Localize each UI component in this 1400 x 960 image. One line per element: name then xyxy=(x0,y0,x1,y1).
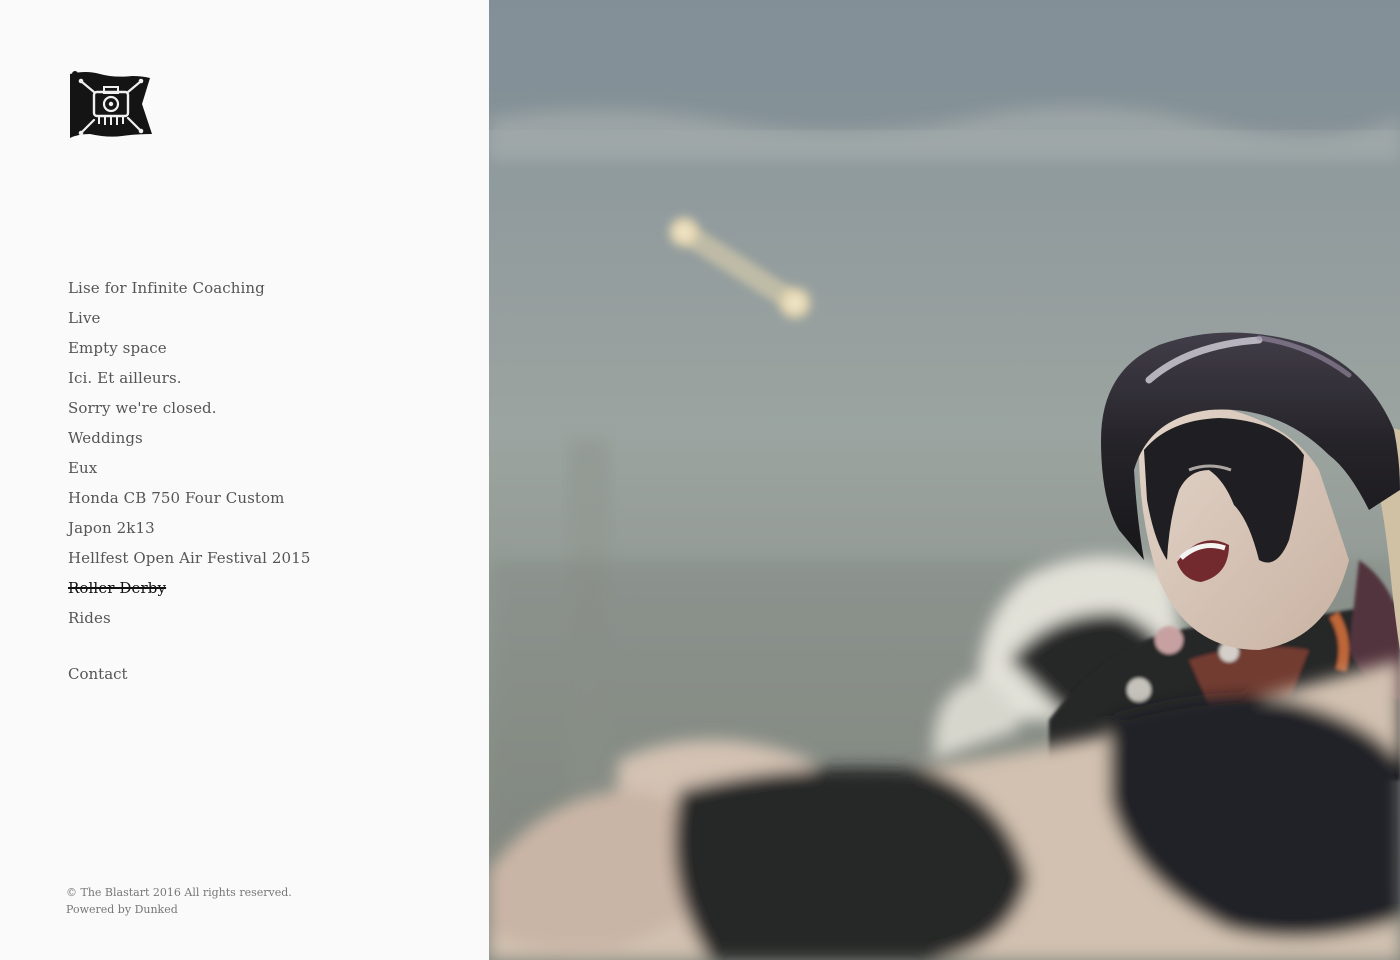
project-nav: Lise for Infinite Coaching Live Empty spac… xyxy=(68,276,311,636)
pirate-flag-camera-icon[interactable] xyxy=(66,68,154,144)
nav-item: Lise for Infinite Coaching xyxy=(68,276,311,306)
powered-by-label: Powered by xyxy=(66,903,135,916)
nav-link[interactable]: Hellfest Open Air Festival 2015 xyxy=(68,549,311,567)
nav-item: Ici. Et ailleurs. xyxy=(68,366,311,396)
copyright-text: © The Blastart 2016 All rights reserved. xyxy=(66,886,292,899)
nav-item: Roller Derby xyxy=(68,576,311,606)
nav-link[interactable]: Eux xyxy=(68,459,97,477)
nav-item: Hellfest Open Air Festival 2015 xyxy=(68,546,311,576)
nav-item: Rides xyxy=(68,606,311,636)
nav-link[interactable]: Honda CB 750 Four Custom xyxy=(68,489,285,507)
nav-item: Weddings xyxy=(68,426,311,456)
nav-item: Empty space xyxy=(68,336,311,366)
footer: © The Blastart 2016 All rights reserved.… xyxy=(66,884,292,918)
dunked-link[interactable]: Dunked xyxy=(135,903,178,916)
nav-link[interactable]: Live xyxy=(68,309,101,327)
nav-link[interactable]: Empty space xyxy=(68,339,167,357)
nav-item: Live xyxy=(68,306,311,336)
contact-link[interactable]: Contact xyxy=(68,662,128,686)
nav-link[interactable]: Sorry we're closed. xyxy=(68,399,217,417)
nav-link[interactable]: Weddings xyxy=(68,429,143,447)
nav-link-active[interactable]: Roller Derby xyxy=(68,579,166,597)
powered-by: Powered by Dunked xyxy=(66,901,292,918)
nav-link[interactable]: Japon 2k13 xyxy=(68,519,155,537)
hero-photo xyxy=(489,0,1400,960)
nav-item: Sorry we're closed. xyxy=(68,396,311,426)
nav-item: Eux xyxy=(68,456,311,486)
nav-link[interactable]: Ici. Et ailleurs. xyxy=(68,369,182,387)
nav-link[interactable]: Rides xyxy=(68,609,111,627)
nav-link[interactable]: Lise for Infinite Coaching xyxy=(68,279,265,297)
sidebar: Lise for Infinite Coaching Live Empty spac… xyxy=(0,0,489,960)
nav-item: Japon 2k13 xyxy=(68,516,311,546)
nav-item: Honda CB 750 Four Custom xyxy=(68,486,311,516)
